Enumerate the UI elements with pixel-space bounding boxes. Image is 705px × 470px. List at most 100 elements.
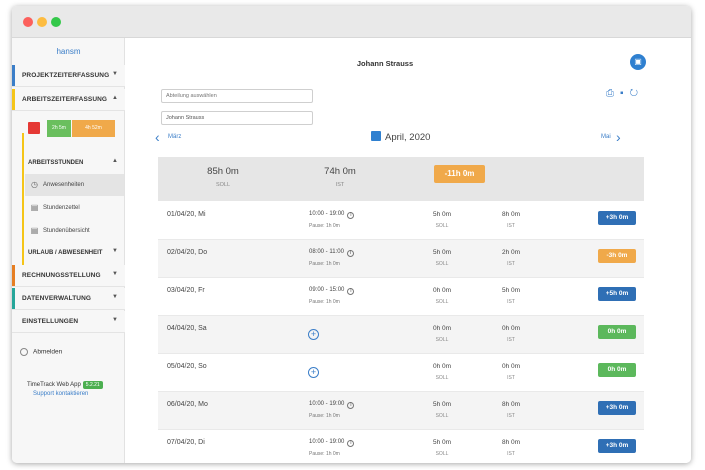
row-soll: 5h 0m bbox=[432, 401, 452, 408]
row-soll: 5h 0m bbox=[432, 211, 452, 218]
row-difference-badge: 0h 0m bbox=[598, 325, 636, 339]
minimize-window-button[interactable] bbox=[37, 17, 47, 27]
row-time-text: 10:00 - 19:00 bbox=[309, 401, 345, 407]
current-month[interactable]: April, 2020 bbox=[371, 131, 430, 143]
row-date: 01/04/20, Mi bbox=[167, 211, 206, 218]
row-pause: Pause: 1h 0m bbox=[309, 223, 340, 229]
difference-badge: -11h 0m bbox=[434, 165, 485, 183]
app-label: TimeTrack Web App bbox=[27, 382, 81, 388]
nav-color-bar bbox=[12, 89, 15, 110]
employee-field[interactable]: Johann Strauss bbox=[161, 111, 313, 125]
chevron-down-icon: ▼ bbox=[112, 71, 118, 77]
power-icon bbox=[20, 348, 28, 356]
row-ist-label: IST bbox=[507, 375, 515, 381]
row-time: 10:00 - 19:00 i bbox=[309, 401, 355, 409]
row-soll-label: SOLL bbox=[435, 223, 449, 229]
chevron-right-icon[interactable]: › bbox=[616, 129, 621, 145]
section-color-line bbox=[22, 133, 24, 273]
info-icon[interactable]: i bbox=[347, 288, 355, 295]
info-icon[interactable]: i bbox=[347, 402, 355, 409]
refresh-icon[interactable]: ↻ bbox=[630, 88, 644, 99]
subnav-label: URLAUB / ABWESENHEIT bbox=[28, 250, 103, 256]
stop-timer-button[interactable] bbox=[28, 122, 40, 134]
row-difference-badge: +3h 0m bbox=[598, 439, 636, 453]
nav-urlaub-abwesenheit[interactable]: URLAUB / ABWESENHEIT ▼ bbox=[26, 243, 125, 263]
row-ist: 8h 0m bbox=[501, 439, 521, 446]
row-ist: 0h 0m bbox=[501, 325, 521, 332]
row-date: 06/04/20, Mo bbox=[167, 401, 208, 408]
row-soll-label: SOLL bbox=[435, 451, 449, 457]
chevron-down-icon: ▼ bbox=[112, 248, 118, 254]
row-soll-label: SOLL bbox=[435, 337, 449, 343]
soll-total: 85h 0m bbox=[207, 166, 239, 177]
next-month-link[interactable]: Mai bbox=[601, 134, 611, 140]
row-soll-label: SOLL bbox=[435, 413, 449, 419]
save-icon[interactable]: ▪ bbox=[620, 88, 630, 99]
table-row[interactable]: 01/04/20, Mi 10:00 - 19:00 i Pause: 1h 0m 5h… bbox=[158, 202, 644, 240]
add-entry-icon[interactable]: + bbox=[308, 367, 319, 378]
sidebar-item-stundenzettel[interactable]: ▤ Stundenzettel bbox=[25, 197, 124, 219]
support-link[interactable]: Support kontaktieren bbox=[33, 391, 88, 397]
title-bar bbox=[12, 6, 691, 38]
version-badge: 5.2.21 bbox=[82, 381, 103, 389]
table-row[interactable]: 05/04/20, So +0h 0m SOLL 0h 0m IST 0h 0m bbox=[158, 354, 644, 392]
month-summary: 85h 0m SOLL 74h 0m IST -11h 0m bbox=[158, 157, 644, 201]
table-row[interactable]: 03/04/20, Fr 09:00 - 15:00 i Pause: 1h 0m 0h… bbox=[158, 278, 644, 316]
logout-button[interactable]: Abmelden bbox=[20, 348, 62, 356]
nav-projektzeiterfassung[interactable]: PROJEKTZEITERFASSUNG ▼ bbox=[12, 65, 125, 87]
chevron-up-icon: ▲ bbox=[112, 158, 118, 164]
document-icon: ▤ bbox=[30, 203, 39, 212]
row-date: 02/04/20, Do bbox=[167, 249, 208, 256]
row-difference-badge: 0h 0m bbox=[598, 363, 636, 377]
sidebar-item-anwesenheiten[interactable]: ◷ Anwesenheiten bbox=[25, 174, 124, 196]
add-entry-icon[interactable]: + bbox=[308, 329, 319, 340]
nav-rechnungsstellung[interactable]: RECHNUNGSSTELLUNG ▼ bbox=[12, 265, 125, 287]
row-soll: 5h 0m bbox=[432, 439, 452, 446]
prev-month-link[interactable]: März bbox=[168, 134, 181, 140]
export-icon[interactable]: ▣ bbox=[630, 54, 646, 70]
nav-datenverwaltung[interactable]: DATENVERWALTUNG ▼ bbox=[12, 288, 125, 310]
table-row[interactable]: 06/04/20, Mo 10:00 - 19:00 i Pause: 1h 0m 5h… bbox=[158, 392, 644, 430]
nav-label: ARBEITSZEITERFASSUNG bbox=[22, 96, 108, 103]
row-time: 10:00 - 19:00 i bbox=[309, 211, 355, 219]
row-ist: 2h 0m bbox=[501, 249, 521, 256]
row-ist-label: IST bbox=[507, 451, 515, 457]
nav-arbeitsstunden[interactable]: ARBEITSSTUNDEN ▲ bbox=[26, 153, 125, 173]
nav-einstellungen[interactable]: EINSTELLUNGEN ▼ bbox=[12, 311, 125, 333]
ist-total: 74h 0m bbox=[324, 166, 356, 177]
clock-icon: ◷ bbox=[31, 180, 38, 189]
nav-arbeitszeiterfassung[interactable]: ARBEITSZEITERFASSUNG ▲ bbox=[12, 89, 125, 111]
info-icon[interactable]: i bbox=[347, 440, 355, 447]
chevron-down-icon: ▼ bbox=[112, 317, 118, 323]
department-select[interactable] bbox=[161, 89, 313, 103]
ist-label: IST bbox=[335, 182, 345, 188]
chevron-up-icon: ▲ bbox=[112, 95, 118, 101]
page-title: Johann Strauss bbox=[356, 59, 414, 68]
table-row[interactable]: 02/04/20, Do 08:00 - 11:00 i Pause: 1h 0m 5h… bbox=[158, 240, 644, 278]
brand-name: hansm bbox=[56, 47, 81, 56]
row-ist-label: IST bbox=[507, 413, 515, 419]
print-icon[interactable]: ⎙ bbox=[606, 88, 620, 99]
row-difference-badge: +3h 0m bbox=[598, 211, 636, 225]
row-time: 08:00 - 11:00 i bbox=[309, 249, 354, 257]
sidebar-item-label: Stundenübersicht bbox=[43, 228, 90, 234]
row-soll: 0h 0m bbox=[432, 287, 452, 294]
row-soll: 0h 0m bbox=[432, 325, 452, 332]
info-icon[interactable]: i bbox=[347, 212, 355, 219]
table-row[interactable]: 04/04/20, Sa +0h 0m SOLL 0h 0m IST 0h 0m bbox=[158, 316, 644, 354]
app-version: TimeTrack Web App 5.2.21 bbox=[27, 381, 103, 389]
row-date: 05/04/20, So bbox=[167, 363, 207, 370]
nav-color-bar bbox=[12, 288, 15, 309]
maximize-window-button[interactable] bbox=[51, 17, 61, 27]
row-ist: 8h 0m bbox=[501, 401, 521, 408]
close-window-button[interactable] bbox=[23, 17, 33, 27]
chevron-down-icon: ▼ bbox=[112, 271, 118, 277]
sidebar-item-stundenuebersicht[interactable]: ▤ Stundenübersicht bbox=[25, 220, 124, 242]
chevron-left-icon[interactable]: ‹ bbox=[155, 129, 160, 145]
row-date: 04/04/20, Sa bbox=[167, 325, 207, 332]
row-time-text: 10:00 - 19:00 bbox=[309, 439, 345, 445]
row-soll: 5h 0m bbox=[432, 249, 452, 256]
info-icon[interactable]: i bbox=[346, 250, 354, 257]
row-difference-badge: +3h 0m bbox=[598, 401, 636, 415]
table-row[interactable]: 07/04/20, Di 10:00 - 19:00 i Pause: 1h 0m 5h… bbox=[158, 430, 644, 463]
